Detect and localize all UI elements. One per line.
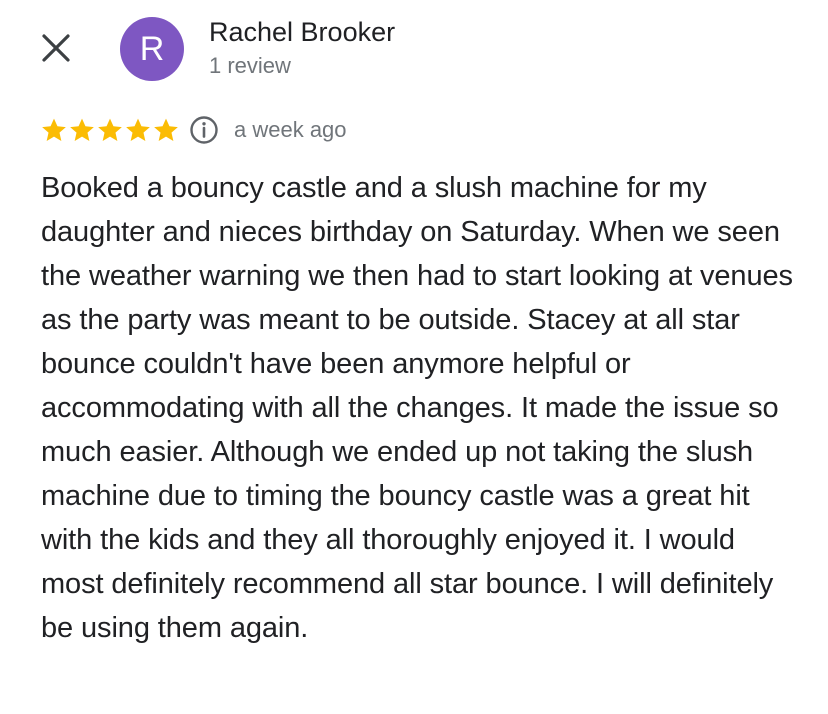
avatar[interactable]: R bbox=[120, 17, 184, 81]
close-icon bbox=[42, 34, 70, 62]
star-icon bbox=[154, 118, 178, 141]
star-icon bbox=[126, 118, 150, 141]
close-button[interactable] bbox=[36, 28, 76, 68]
info-icon[interactable] bbox=[189, 115, 219, 145]
review-date: a week ago bbox=[234, 117, 347, 142]
star-rating bbox=[40, 116, 180, 144]
star-icon bbox=[98, 118, 122, 141]
author-name[interactable]: Rachel Brooker bbox=[209, 17, 395, 48]
rating-row: a week ago bbox=[40, 114, 347, 146]
star-icon bbox=[70, 118, 94, 141]
info-circle-icon bbox=[190, 116, 218, 144]
review-count: 1 review bbox=[209, 53, 291, 78]
avatar-letter: R bbox=[139, 29, 165, 68]
star-icon bbox=[42, 118, 66, 141]
review-text: Booked a bouncy castle and a slush machi… bbox=[41, 172, 793, 644]
